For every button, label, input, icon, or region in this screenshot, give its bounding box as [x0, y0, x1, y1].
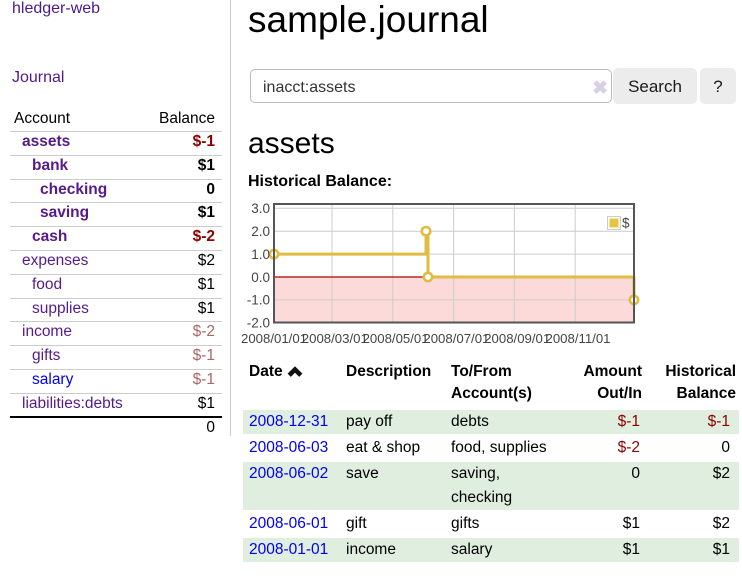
svg-text:2008/07/01: 2008/07/01	[423, 331, 489, 346]
svg-text:2008/05/01: 2008/05/01	[363, 331, 429, 346]
svg-text:2008/01/01: 2008/01/01	[241, 331, 307, 346]
svg-text:1.0: 1.0	[251, 247, 270, 262]
svg-text:0.0: 0.0	[251, 270, 270, 285]
svg-text:-2.0: -2.0	[247, 316, 270, 331]
svg-text:2008/11/01: 2008/11/01	[545, 331, 610, 346]
svg-text:2008/03/01: 2008/03/01	[302, 331, 368, 346]
svg-text:-1.0: -1.0	[247, 293, 270, 308]
svg-text:$: $	[622, 216, 630, 231]
svg-text:3.0: 3.0	[251, 201, 270, 216]
svg-text:2.0: 2.0	[251, 224, 270, 239]
svg-text:2008/09/01: 2008/09/01	[484, 331, 550, 346]
